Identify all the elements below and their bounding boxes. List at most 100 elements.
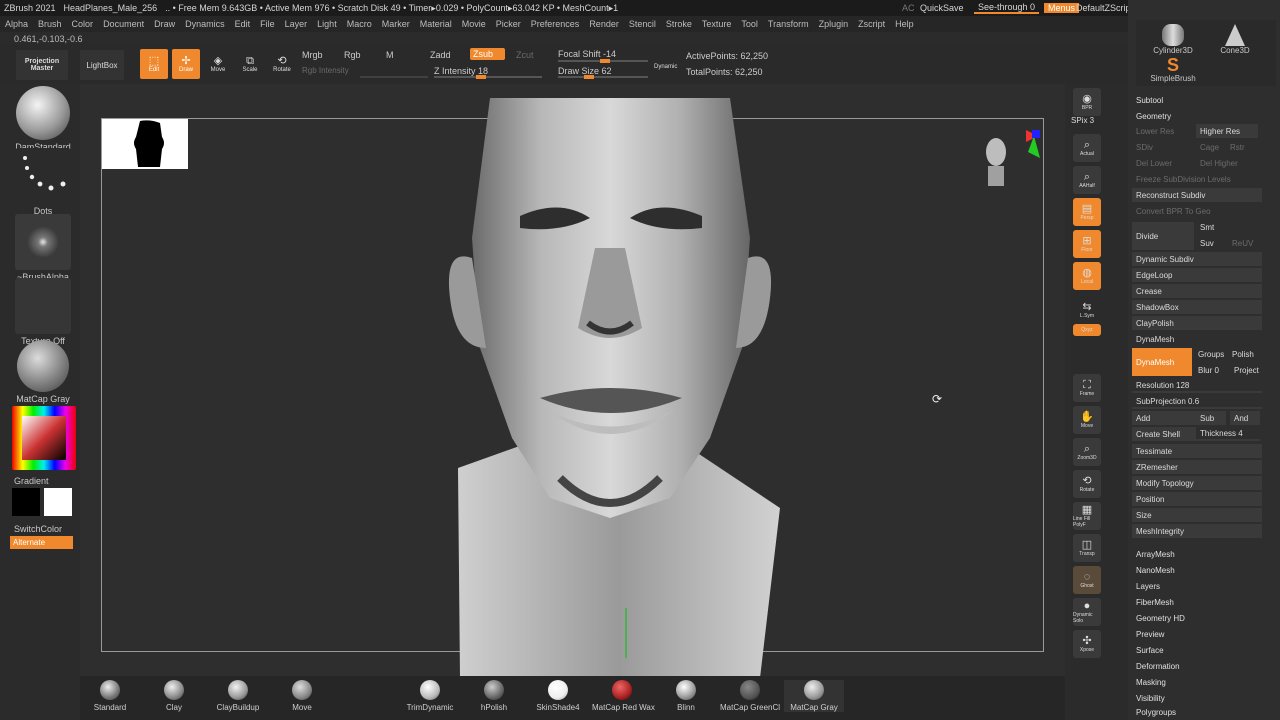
focal-shift-track[interactable] (558, 59, 648, 63)
scale-mode-button[interactable]: ⧉ Scale (236, 49, 264, 79)
menu-movie[interactable]: Movie (457, 19, 491, 29)
z-intensity-knob[interactable] (476, 75, 486, 79)
orientation-gizmo[interactable] (976, 130, 1040, 200)
material-selector[interactable]: MatCap Gray (12, 340, 74, 404)
smt-toggle[interactable]: Smt (1196, 220, 1226, 234)
menu-texture[interactable]: Texture (697, 19, 737, 29)
suv-toggle[interactable]: Suv (1196, 236, 1226, 250)
masking-section[interactable]: Masking (1136, 678, 1166, 687)
color-picker[interactable] (12, 406, 76, 470)
polish-toggle[interactable]: Polish (1228, 347, 1262, 361)
standard-brush-button[interactable]: Standard (80, 680, 140, 712)
rgb-intensity-slider[interactable]: Rgb Intensity (302, 66, 349, 75)
modify-topology-section[interactable]: Modify Topology (1132, 476, 1262, 490)
subprojection-slider[interactable]: SubProjection 0.6 (1132, 395, 1262, 409)
create-shell-button[interactable]: Create Shell (1132, 427, 1196, 441)
rotate-view-button[interactable]: ⟲ Rotate (1073, 470, 1101, 498)
draw-size-knob[interactable] (584, 75, 594, 79)
menu-document[interactable]: Document (98, 19, 149, 29)
trimdynamic-brush-button[interactable]: TrimDynamic (400, 680, 460, 712)
spix-slider[interactable]: SPix 3 (1071, 116, 1094, 125)
move-mode-button[interactable]: ◈ Move (204, 49, 232, 79)
zadd-button[interactable]: Zadd (430, 50, 451, 60)
rstr-button[interactable]: Rstr (1226, 140, 1256, 154)
actual-button[interactable]: ⌕ Actual (1073, 134, 1101, 162)
menu-zplugin[interactable]: Zplugin (814, 19, 854, 29)
sub-toggle[interactable]: Sub (1196, 411, 1226, 425)
move-brush-button[interactable]: Move (272, 680, 332, 712)
head-mesh-render[interactable] (420, 98, 800, 676)
blur-slider[interactable]: Blur 0 (1194, 363, 1230, 377)
zsub-button[interactable]: Zsub (470, 48, 506, 60)
freeze-subdivision-button[interactable]: Freeze SubDivision Levels (1132, 172, 1262, 186)
viewport-canvas[interactable]: ⟳ (80, 84, 1065, 676)
rgb-button[interactable]: Rgb (344, 50, 361, 60)
menu-help[interactable]: Help (890, 19, 919, 29)
menu-dynamics[interactable]: Dynamics (180, 19, 230, 29)
layers-section[interactable]: Layers (1136, 582, 1160, 591)
zremesher-section[interactable]: ZRemesher (1132, 460, 1262, 474)
reuv-button[interactable]: ReUV (1228, 236, 1258, 250)
focal-shift-slider[interactable]: Focal Shift -14 (558, 49, 616, 59)
clay-brush-button[interactable]: Clay (144, 680, 204, 712)
menu-render[interactable]: Render (584, 19, 624, 29)
resolution-slider[interactable]: Resolution 128 (1132, 379, 1262, 393)
skinshade4-material-button[interactable]: SkinShade4 (528, 680, 588, 712)
seethrough-slider[interactable]: See-through 0 (974, 2, 1040, 14)
menu-picker[interactable]: Picker (491, 19, 526, 29)
focal-shift-knob[interactable] (600, 59, 610, 63)
gradient-label[interactable]: Gradient (14, 476, 49, 486)
project-toggle[interactable]: Project (1230, 363, 1262, 377)
draw-mode-button[interactable]: ✢ Draw (172, 49, 200, 79)
lsym-button[interactable]: ⇆ L.Sym (1073, 296, 1101, 324)
xpose-button[interactable]: ✣ Xpose (1073, 630, 1101, 658)
matcap-gray-material-button[interactable]: MatCap Gray (784, 680, 844, 712)
nanomesh-section[interactable]: NanoMesh (1136, 566, 1175, 575)
solo-button[interactable]: ● Dynamic Solo (1073, 598, 1101, 626)
quicksave-button[interactable]: QuickSave (916, 3, 968, 13)
divide-button[interactable]: Divide (1132, 222, 1194, 250)
lightbox-button[interactable]: LightBox (80, 50, 124, 80)
rgb-intensity-track[interactable] (360, 76, 428, 78)
convert-bpr-button[interactable]: Convert BPR To Geo (1132, 204, 1262, 218)
xyz-button[interactable]: Qxyz (1073, 324, 1101, 336)
edit-mode-button[interactable]: ⬚ Edit (140, 49, 168, 79)
geometry-section[interactable]: Geometry (1136, 112, 1171, 121)
local-button[interactable]: ◍ Local (1073, 262, 1101, 290)
menu-stroke[interactable]: Stroke (661, 19, 697, 29)
del-higher-button[interactable]: Del Higher (1196, 156, 1258, 170)
menu-brush[interactable]: Brush (33, 19, 67, 29)
mrgb-button[interactable]: Mrgb (302, 50, 323, 60)
menu-zscript[interactable]: Zscript (853, 19, 890, 29)
brush-selector[interactable]: DamStandard (12, 86, 74, 152)
polyf-button[interactable]: ▦ Line Fill PolyF (1073, 502, 1101, 530)
zcut-button[interactable]: Zcut (516, 50, 534, 60)
subtool-section[interactable]: Subtool (1136, 96, 1163, 105)
alpha-selector[interactable]: ~BrushAlpha (12, 214, 74, 282)
color-square[interactable] (22, 416, 66, 460)
hpolish-brush-button[interactable]: hPolish (464, 680, 524, 712)
polygroups-section[interactable]: Polygroups (1136, 708, 1176, 717)
menu-marker[interactable]: Marker (377, 19, 415, 29)
rotate-mode-button[interactable]: ⟲ Rotate (268, 49, 296, 79)
crease-section[interactable]: Crease (1132, 284, 1262, 298)
cylinder3d-tool[interactable]: Cylinder3D (1148, 24, 1198, 55)
edgeloop-section[interactable]: EdgeLoop (1132, 268, 1262, 282)
dynamesh-section[interactable]: DynaMesh (1132, 332, 1262, 346)
menu-stencil[interactable]: Stencil (624, 19, 661, 29)
geometry-hd-section[interactable]: Geometry HD (1136, 614, 1185, 623)
menu-macro[interactable]: Macro (342, 19, 377, 29)
transp-button[interactable]: ◫ Transp (1073, 534, 1101, 562)
z-intensity-track[interactable] (434, 75, 542, 79)
thickness-slider[interactable]: Thickness 4 (1196, 427, 1260, 441)
dynamic-size-toggle[interactable]: Dynamic (654, 64, 677, 70)
menu-preferences[interactable]: Preferences (526, 19, 585, 29)
add-toggle[interactable]: Add (1132, 411, 1196, 425)
menu-light[interactable]: Light (312, 19, 342, 29)
bpr-button[interactable]: ◉ BPR (1073, 88, 1101, 116)
switch-color-button[interactable]: SwitchColor (14, 524, 62, 534)
projection-master-button[interactable]: Projection Master (16, 50, 68, 80)
frame-button[interactable]: ⛶ Frame (1073, 374, 1101, 402)
visibility-section[interactable]: Visibility (1136, 694, 1165, 703)
menu-transform[interactable]: Transform (763, 19, 814, 29)
